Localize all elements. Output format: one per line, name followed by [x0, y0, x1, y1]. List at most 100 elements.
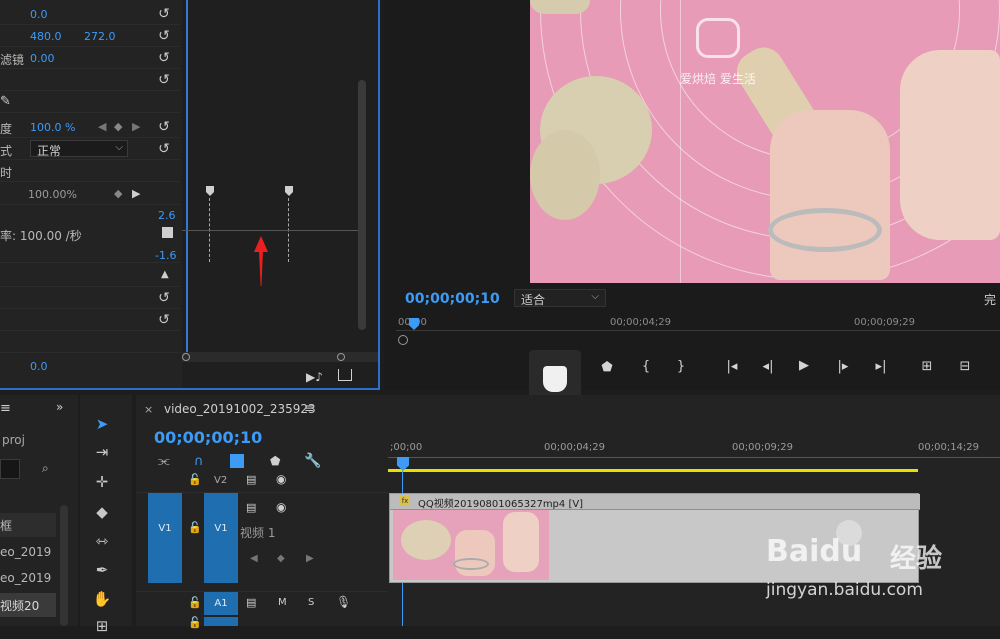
keyframe-marker-right[interactable] — [285, 186, 293, 196]
pen-icon[interactable]: ✎ — [0, 94, 11, 109]
row-value[interactable]: 0.0 — [30, 8, 48, 21]
clip-header: fx QQ视频20190801065327mp4 [V] — [390, 494, 920, 510]
solo-button[interactable]: S — [308, 597, 314, 608]
zoom-scrollbar[interactable] — [182, 352, 378, 362]
go-to-in-icon[interactable]: |◂ — [720, 359, 744, 374]
reset-icon[interactable]: ↺ — [156, 50, 172, 66]
add-keyframe-icon[interactable]: ◆ — [114, 120, 122, 133]
add-keyframe-icon[interactable]: ◆ — [277, 553, 285, 564]
lock-icon[interactable]: 🔓 — [188, 616, 202, 629]
monitor-zoom-handle[interactable] — [398, 335, 408, 345]
opacity-value[interactable]: 100.0 % — [30, 121, 75, 134]
add-marker-icon[interactable]: ⬟ — [270, 454, 280, 468]
linked-selection-icon[interactable] — [230, 454, 244, 468]
lift-icon[interactable]: ⊞ — [916, 359, 938, 374]
next-keyframe-icon[interactable]: ▶ — [132, 187, 140, 200]
program-video-frame[interactable]: 爱烘焙 爱生活 — [530, 0, 1000, 283]
next-keyframe-icon[interactable]: ▶ — [132, 120, 140, 133]
reset-icon[interactable]: ↺ — [156, 119, 172, 135]
selection-tool-icon[interactable]: ➤ — [90, 415, 114, 437]
graph-toggle-icon[interactable] — [162, 227, 173, 238]
track-select-tool-icon[interactable]: ⇥ — [90, 443, 114, 465]
project-scrollbar[interactable] — [60, 505, 68, 626]
blend-mode-select[interactable]: 正常 ⌵ — [30, 140, 128, 158]
expand-panels-icon[interactable]: » — [56, 400, 63, 414]
reset-icon[interactable]: ↺ — [156, 141, 172, 157]
list-item[interactable]: eo_2019 — [0, 567, 56, 591]
sequence-tab[interactable]: video_20191002_235923 — [164, 402, 316, 416]
search-icon[interactable]: ⌕ — [42, 461, 49, 476]
play-audio-icon[interactable]: ▶♪ — [306, 370, 323, 384]
list-item[interactable]: eo_2019 — [0, 541, 56, 565]
prev-keyframe-icon[interactable]: ◀ — [98, 120, 106, 133]
position-y-value[interactable]: 272.0 — [84, 30, 116, 43]
step-forward-icon[interactable]: |▸ — [833, 359, 853, 374]
prev-keyframe-icon[interactable]: ◀ — [250, 553, 258, 564]
sync-lock-icon[interactable]: ▤ — [246, 473, 256, 486]
reset-icon[interactable]: ↺ — [156, 72, 172, 88]
fx-badge[interactable]: fx — [400, 496, 410, 506]
track-target-v1[interactable]: V1 — [204, 493, 238, 583]
vertical-scrollbar[interactable] — [358, 80, 366, 330]
velocity-graph-line — [182, 230, 358, 231]
filter-value[interactable]: 0.00 — [30, 52, 55, 65]
text-tool-icon[interactable]: ⊞ — [90, 617, 114, 639]
sync-lock-icon[interactable]: ▤ — [246, 596, 256, 609]
monitor-time-ruler[interactable]: 00;00 00;00;04;29 00;00;09;29 — [396, 315, 1000, 333]
export-frame-icon[interactable] — [338, 369, 352, 381]
ripple-edit-tool-icon[interactable]: ✛ — [90, 473, 114, 495]
mute-button[interactable]: M — [278, 597, 287, 608]
collapse-up-icon[interactable]: ▲ — [161, 269, 169, 280]
razor-tool-icon[interactable]: ◆ — [90, 503, 114, 525]
track-target-a2[interactable] — [204, 617, 238, 626]
lock-icon[interactable]: 🔓 — [188, 596, 202, 609]
playhead-line[interactable] — [186, 0, 188, 352]
search-input[interactable] — [0, 459, 20, 479]
play-icon[interactable]: ▶ — [794, 358, 814, 373]
work-area-bar[interactable] — [388, 469, 918, 472]
track-target-a1[interactable]: A1 — [204, 592, 238, 615]
reset-icon[interactable]: ↺ — [156, 290, 172, 306]
extract-icon[interactable]: ⊟ — [954, 359, 976, 374]
add-marker-icon[interactable]: ⬟ — [597, 360, 617, 375]
mark-in-icon[interactable]: { — [636, 359, 656, 374]
speed-value[interactable]: 100.00% — [28, 188, 77, 201]
track-label-v2[interactable]: V2 — [214, 475, 227, 486]
snap-icon[interactable]: ∩ — [194, 454, 204, 469]
reset-icon[interactable]: ↺ — [156, 312, 172, 328]
lock-icon[interactable]: 🔓 — [188, 521, 202, 534]
quality-select[interactable]: 完 — [984, 291, 996, 308]
eye-icon[interactable]: ◉ — [276, 472, 286, 486]
wrench-icon[interactable]: 🔧 — [304, 453, 321, 469]
lock-icon[interactable]: 🔓 — [188, 473, 202, 486]
fit-select[interactable]: 适合 ⌵ — [514, 289, 606, 307]
position-x-value[interactable]: 480.0 — [30, 30, 62, 43]
keyframe-graph-area[interactable]: ▶♪ — [182, 0, 378, 388]
panel-menu-icon[interactable]: ≡ — [304, 401, 314, 415]
track-name-v1[interactable]: 视频 1 — [240, 524, 275, 541]
bottom-value[interactable]: 0.0 — [30, 360, 48, 373]
mark-out-icon[interactable]: } — [671, 359, 691, 374]
close-icon[interactable]: × — [144, 403, 153, 416]
timeline-timecode[interactable]: 00;00;00;10 — [154, 428, 262, 447]
nest-toggle-icon[interactable]: ⫘ — [158, 454, 170, 469]
sync-lock-icon[interactable]: ▤ — [246, 501, 256, 514]
slip-tool-icon[interactable]: ⇿ — [90, 532, 114, 554]
panel-menu-icon[interactable]: ≡ — [0, 401, 11, 416]
microphone-icon[interactable]: 🎙 — [336, 595, 351, 609]
go-to-out-icon[interactable]: ▸| — [869, 359, 893, 374]
reset-icon[interactable]: ↺ — [156, 28, 172, 44]
step-back-icon[interactable]: ◂| — [758, 359, 778, 374]
pen-tool-icon[interactable]: ✒ — [90, 561, 114, 583]
add-keyframe-icon[interactable]: ◆ — [114, 187, 122, 200]
reset-icon[interactable]: ↺ — [156, 6, 172, 22]
hand-tool-icon[interactable]: ✋ — [90, 590, 114, 612]
eye-icon[interactable]: ◉ — [276, 500, 286, 514]
list-item-selected[interactable]: 视频20 — [0, 593, 56, 617]
program-timecode[interactable]: 00;00;00;10 — [405, 291, 500, 307]
source-patch-v1[interactable]: V1 — [148, 493, 182, 583]
timeline-ruler[interactable]: ;00;00 00;00;04;29 00;00;09;29 00;00;14;… — [388, 439, 1000, 472]
next-keyframe-icon[interactable]: ▶ — [306, 553, 314, 564]
list-item[interactable]: 框 — [0, 513, 56, 537]
keyframe-marker-left[interactable] — [206, 186, 214, 196]
